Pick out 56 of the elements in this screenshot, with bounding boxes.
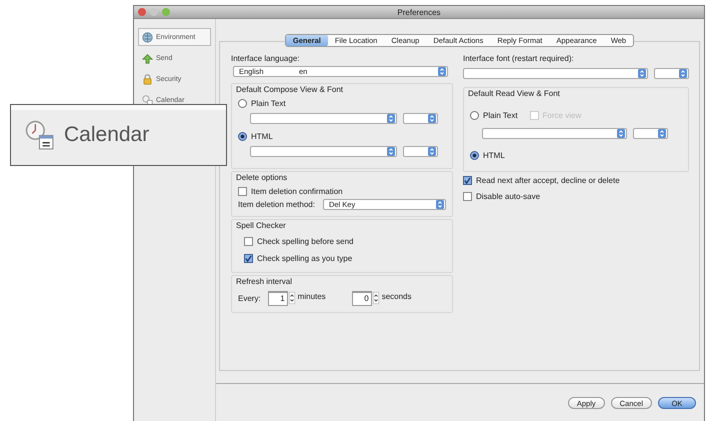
window-title: Preferences xyxy=(396,8,442,16)
stepper-icon xyxy=(428,114,436,123)
stepper-icon xyxy=(436,200,444,209)
size-dropdown[interactable] xyxy=(403,113,438,124)
group-title: Spell Checker xyxy=(236,220,287,231)
radio-label: HTML xyxy=(483,151,505,160)
stepper-icon xyxy=(428,147,436,156)
font-dropdown[interactable] xyxy=(250,113,397,124)
clock-calendar-icon xyxy=(25,120,56,150)
stepper-icon xyxy=(658,129,666,138)
radio-label: HTML xyxy=(251,132,273,141)
lock-icon xyxy=(142,74,153,84)
stepper-icon xyxy=(638,69,646,78)
stepper-icon xyxy=(387,147,395,156)
radio-button[interactable] xyxy=(470,111,479,120)
size-dropdown[interactable] xyxy=(403,146,438,157)
checkbox[interactable] xyxy=(244,237,253,246)
checkbox-label: Disable auto-save xyxy=(476,192,540,200)
font-dropdown[interactable] xyxy=(463,68,648,79)
font-dropdown[interactable] xyxy=(482,128,627,139)
field-label: Every: xyxy=(238,294,261,302)
globe-icon xyxy=(142,32,153,42)
checkbox[interactable] xyxy=(238,187,247,196)
radio-button[interactable] xyxy=(470,151,479,160)
group-title: Default Compose View & Font xyxy=(236,84,344,95)
stepper-icon xyxy=(387,114,395,123)
field-label: Item deletion method: xyxy=(238,200,315,209)
close-icon[interactable] xyxy=(138,8,146,16)
radio-label: Plain Text xyxy=(251,99,286,108)
group-title: Default Read View & Font xyxy=(468,88,561,99)
checkbox-label: Read next after accept, decline or delete xyxy=(476,176,620,184)
radio-label: Plain Text xyxy=(483,111,518,120)
callout-label: Calendar xyxy=(64,123,150,147)
radio-button[interactable] xyxy=(238,99,247,108)
checkbox[interactable] xyxy=(463,176,472,184)
field-label: Interface font (restart required): xyxy=(463,54,575,64)
group-title: Refresh interval xyxy=(236,276,294,287)
stepper-icon xyxy=(617,129,625,138)
size-dropdown[interactable] xyxy=(654,68,689,79)
checkbox-label: Check spelling before send xyxy=(257,237,354,246)
unit-label: minutes xyxy=(298,292,326,300)
checkbox[interactable] xyxy=(463,192,472,200)
checkbox[interactable] xyxy=(244,254,253,263)
unit-label: seconds xyxy=(382,292,412,300)
radio-button[interactable] xyxy=(238,132,247,141)
stepper-icon xyxy=(679,69,687,78)
stepper-icon xyxy=(438,67,446,76)
checkbox-label: Item deletion confirmation xyxy=(251,187,343,196)
checkbox-label: Check spelling as you type xyxy=(257,254,352,263)
arrow-icon xyxy=(142,52,153,64)
group-title: Delete options xyxy=(236,172,288,183)
stepper-icon[interactable] xyxy=(288,292,295,304)
field-label: Interface language: xyxy=(231,54,300,64)
font-dropdown[interactable] xyxy=(250,146,397,157)
size-dropdown[interactable] xyxy=(633,128,668,139)
stepper-icon[interactable] xyxy=(372,292,379,304)
